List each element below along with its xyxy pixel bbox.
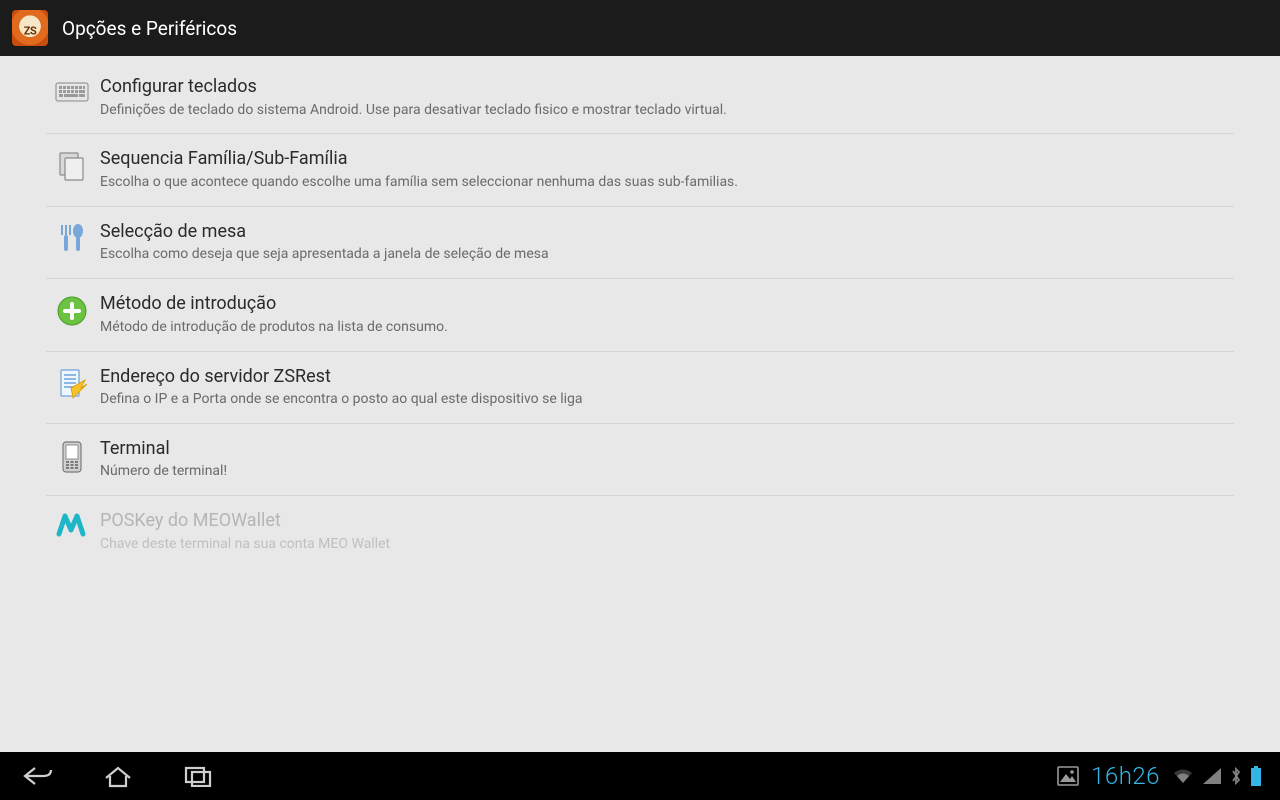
system-nav-bar: 16h26 <box>0 752 1280 800</box>
plus-icon <box>48 293 96 327</box>
cutlery-icon <box>48 221 96 257</box>
pref-endereco-servidor[interactable]: Endereço do servidor ZSRest Defina o IP … <box>46 352 1234 424</box>
pref-poskey-meowallet: POSKey do MEOWallet Chave deste terminal… <box>46 496 1234 567</box>
pref-title: Método de introdução <box>100 293 1234 316</box>
pref-subtitle: Número de terminal! <box>100 462 1234 481</box>
pref-subtitle: Chave deste terminal na sua conta MEO Wa… <box>100 535 1234 554</box>
pref-subtitle: Definições de teclado do sistema Android… <box>100 101 1234 120</box>
pref-title: Endereço do servidor ZSRest <box>100 366 1234 389</box>
pref-terminal[interactable]: Terminal Número de terminal! <box>46 424 1234 496</box>
pref-title: Sequencia Família/Sub-Família <box>100 148 1234 171</box>
pref-title: Configurar teclados <box>100 76 1234 99</box>
status-clock: 16h26 <box>1091 762 1160 790</box>
terminal-icon <box>48 438 96 474</box>
page-title: Opções e Periféricos <box>62 17 237 40</box>
pref-title: Selecção de mesa <box>100 221 1234 244</box>
wifi-icon <box>1172 767 1194 785</box>
pref-sequencia-familia[interactable]: Sequencia Família/Sub-Família Escolha o … <box>46 134 1234 206</box>
home-button[interactable] <box>98 762 138 790</box>
pref-title: POSKey do MEOWallet <box>100 510 1234 533</box>
app-icon <box>12 10 48 46</box>
copy-icon <box>48 148 96 182</box>
pref-seleccao-mesa[interactable]: Selecção de mesa Escolha como deseja que… <box>46 207 1234 279</box>
settings-list: Configurar teclados Definições de teclad… <box>0 56 1280 752</box>
server-icon <box>48 366 96 402</box>
signal-icon <box>1202 767 1222 785</box>
pref-subtitle: Escolha como deseja que seja apresentada… <box>100 245 1234 264</box>
pref-subtitle: Método de introdução de produtos na list… <box>100 318 1234 337</box>
pref-metodo-introducao[interactable]: Método de introdução Método de introduçã… <box>46 279 1234 351</box>
pref-configurar-teclados[interactable]: Configurar teclados Definições de teclad… <box>46 62 1234 134</box>
keyboard-icon <box>48 76 96 102</box>
pref-subtitle: Defina o IP e a Porta onde se encontra o… <box>100 390 1234 409</box>
bluetooth-icon <box>1230 766 1242 786</box>
battery-icon <box>1250 766 1262 786</box>
back-button[interactable] <box>18 762 58 790</box>
recent-apps-button[interactable] <box>178 762 218 790</box>
action-bar: Opções e Periféricos <box>0 0 1280 56</box>
pref-subtitle: Escolha o que acontece quando escolhe um… <box>100 173 1234 192</box>
pref-title: Terminal <box>100 438 1234 461</box>
picture-icon <box>1057 766 1079 786</box>
wallet-icon <box>48 510 96 540</box>
